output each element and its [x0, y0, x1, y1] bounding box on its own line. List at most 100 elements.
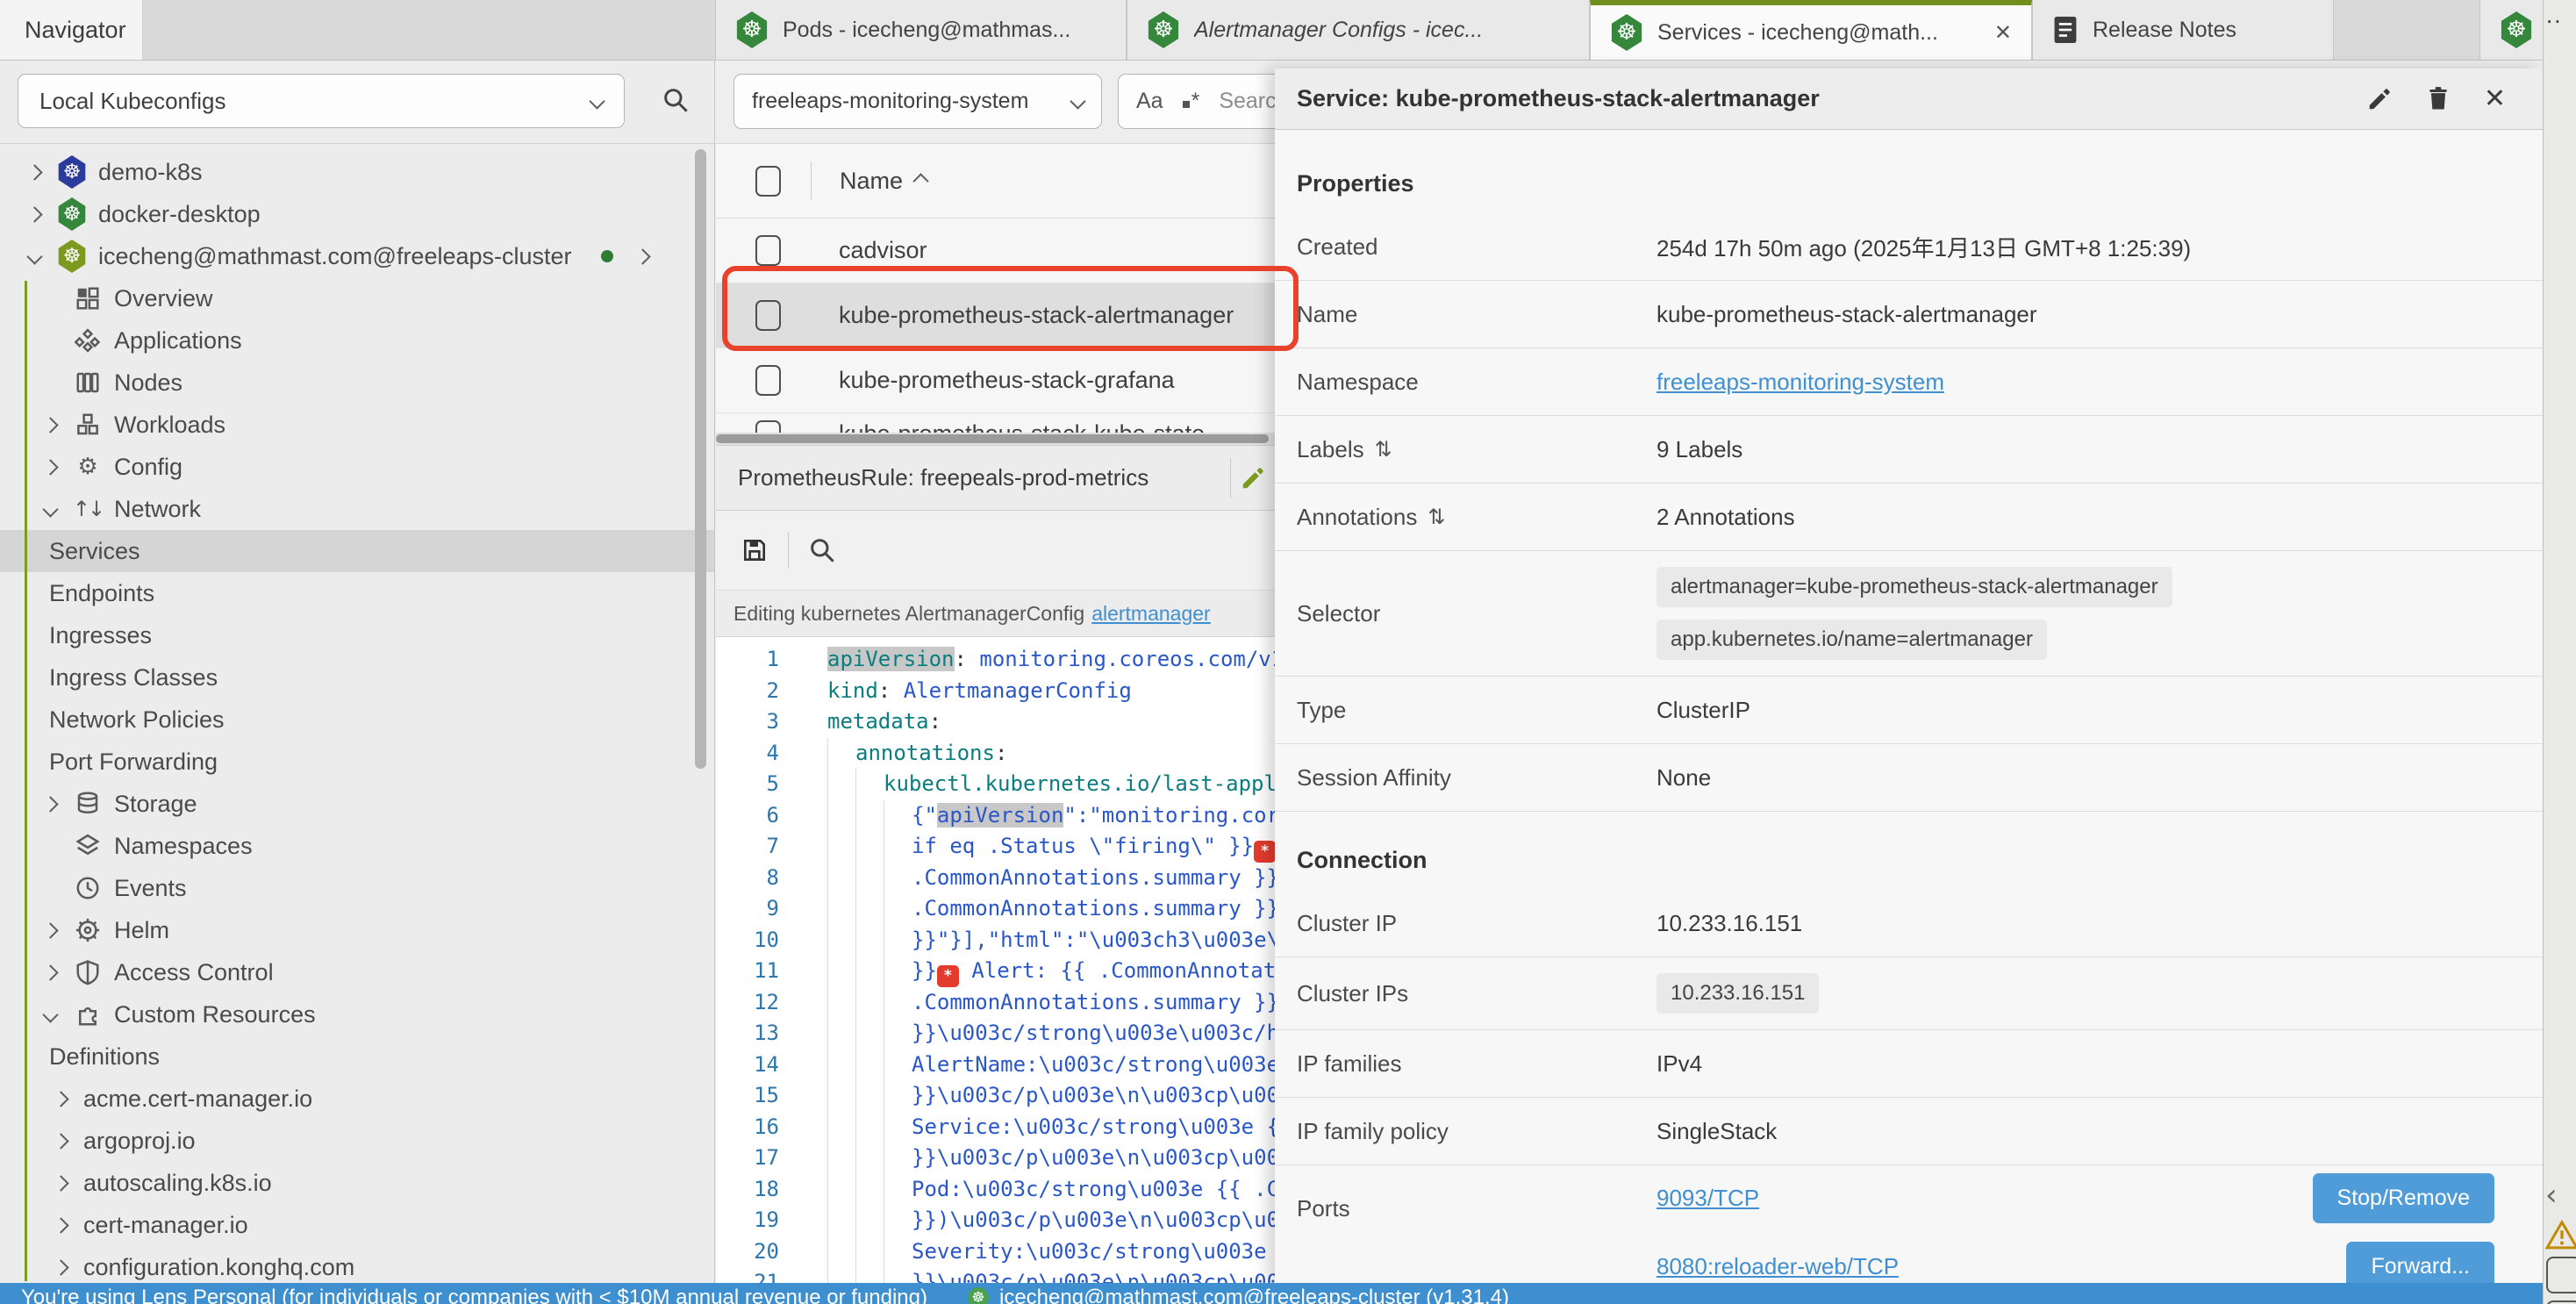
dock-tab-title[interactable]: PrometheusRule: freepeals-prod-metrics	[716, 464, 1230, 491]
service-name-cell: cadvisor	[839, 237, 927, 264]
sidebar-item-docker-desktop[interactable]: ☸docker-desktop	[0, 193, 715, 235]
row-checkbox[interactable]	[755, 235, 781, 266]
sidebar-item-config[interactable]: ⚙Config	[0, 446, 715, 488]
tab-label: Pods - icecheng@mathmas...	[783, 18, 1070, 43]
tab-label: Release Notes	[2093, 18, 2236, 43]
sidebar-item-label: Network	[114, 496, 201, 523]
sidebar-item-definitions[interactable]: Definitions	[0, 1035, 715, 1078]
forward-button[interactable]: Forward...	[2346, 1242, 2494, 1284]
row-checkbox[interactable]	[755, 420, 781, 433]
sidebar-item-namespaces[interactable]: Namespaces	[0, 825, 715, 867]
sidebar-item-ingresses[interactable]: Ingresses	[0, 614, 715, 656]
edit-icon[interactable]	[2366, 86, 2393, 112]
row-checkbox[interactable]	[755, 300, 781, 331]
indent-guide	[884, 831, 912, 863]
sidebar-item-applications[interactable]: Applications	[0, 319, 715, 362]
port-link[interactable]: 9093/TCP	[1657, 1185, 1759, 1212]
sidebar-item-argoproj-io[interactable]: argoproj.io	[0, 1120, 715, 1162]
sidebar-item-acme-cert-manager-io[interactable]: acme.cert-manager.io	[0, 1078, 715, 1120]
sidebar-item-nodes[interactable]: Nodes	[0, 362, 715, 404]
row-checkbox[interactable]	[755, 365, 781, 396]
property-value: 10.233.16.151	[1657, 957, 1819, 1029]
line-number: 6	[716, 800, 779, 832]
property-row-namespace: Namespacefreeleaps-monitoring-system	[1275, 348, 2543, 416]
sidebar-item-ingress-classes[interactable]: Ingress Classes	[0, 656, 715, 699]
sidebar-item-endpoints[interactable]: Endpoints	[0, 572, 715, 614]
sidebar-item-events[interactable]: Events	[0, 867, 715, 909]
delete-icon[interactable]	[2426, 86, 2451, 112]
indent-guide	[827, 1112, 855, 1143]
navigator-tab[interactable]: Navigator	[0, 0, 143, 60]
sidebar-item-demo-k8s[interactable]: ☸demo-k8s	[0, 151, 715, 193]
sidebar-item-services[interactable]: Services	[0, 530, 715, 572]
property-row-ip-family-policy: IP family policySingleStack	[1275, 1098, 2543, 1165]
editing-label: Editing kubernetes AlertmanagerConfig	[733, 602, 1084, 626]
search-input[interactable]: Aa * Search	[1118, 74, 1275, 129]
namespace-select[interactable]: freeleaps-monitoring-system	[733, 74, 1102, 129]
editor-search-icon[interactable]	[808, 536, 836, 564]
sidebar-item-port-forwarding[interactable]: Port Forwarding	[0, 741, 715, 783]
editing-resource-link[interactable]: alertmanager	[1091, 602, 1211, 626]
kubernetes-icon: ☸	[1147, 11, 1180, 48]
table-row[interactable]: cadvisor	[716, 219, 1275, 283]
service-name-cell: kube-prometheus-stack-kube-state-metrics	[839, 420, 1275, 433]
search-icon[interactable]	[662, 86, 690, 114]
yaml-editor[interactable]: 1apiVersion: monitoring.coreos.com/v12ki…	[716, 637, 1275, 1283]
port-row: 8080:reloader-web/TCP Forward...	[1657, 1237, 2494, 1283]
indent-guide	[855, 831, 884, 863]
indent-guide	[884, 1205, 912, 1236]
sidebar-item-icecheng-mathmast-com-freeleap[interactable]: ☸icecheng@mathmast.com@freeleaps-cluster	[0, 235, 715, 277]
sidebar-item-helm[interactable]: Helm	[0, 909, 715, 951]
sidebar-item-overview[interactable]: Overview	[0, 277, 715, 319]
status-cluster-button[interactable]: ☸ icecheng@mathmast.com@freeleaps-cluste…	[968, 1286, 1509, 1304]
sidebar-scrollbar[interactable]	[695, 149, 706, 769]
sidebar-item-label: Workloads	[114, 412, 225, 439]
code-line: 21}}\u003c/p\u003e\n\u003cp\u003	[716, 1267, 1275, 1283]
service-detail-panel: Service: kube-prometheus-stack-alertmana…	[1275, 68, 2543, 1283]
close-icon[interactable]: ✕	[1994, 20, 2012, 45]
match-case-toggle[interactable]: Aa	[1136, 89, 1163, 114]
sort-toggle-icon[interactable]: ⇅	[1375, 437, 1392, 462]
tab-release-notes[interactable]: Release Notes	[2032, 0, 2334, 60]
sidebar-item-custom-resources[interactable]: Custom Resources	[0, 993, 715, 1035]
table-row[interactable]: kube-prometheus-stack-grafana	[716, 348, 1275, 413]
name-column-header[interactable]: Name	[811, 161, 927, 200]
chevron-right-icon[interactable]	[634, 248, 650, 264]
sidebar-item-label: Port Forwarding	[49, 749, 218, 776]
sidebar-item-workloads[interactable]: Workloads	[0, 404, 715, 446]
sidebar-item-cert-manager-io[interactable]: cert-manager.io	[0, 1204, 715, 1246]
table-row[interactable]: kube-prometheus-stack-alertmanager	[716, 283, 1275, 348]
kubeconfig-select[interactable]: Local Kubeconfigs	[18, 74, 625, 128]
stop-remove-button[interactable]: Stop/Remove	[2313, 1173, 2494, 1223]
close-icon[interactable]: ✕	[2484, 83, 2506, 114]
sidebar-item-label: Endpoints	[49, 580, 154, 607]
tab-alertmanager-configs-icec[interactable]: ☸Alertmanager Configs - icec...	[1127, 0, 1590, 60]
sidebar-item-configuration-konghq-com[interactable]: configuration.konghq.com	[0, 1246, 715, 1288]
sidebar-item-network[interactable]: ↑↓Network	[0, 488, 715, 530]
sidebar-item-autoscaling-k8s-io[interactable]: autoscaling.k8s.io	[0, 1162, 715, 1204]
select-all-checkbox[interactable]	[755, 166, 781, 197]
sidebar-item-storage[interactable]: Storage	[0, 783, 715, 825]
sidebar-item-network-policies[interactable]: Network Policies	[0, 699, 715, 741]
line-number: 10	[716, 925, 779, 957]
namespace-link[interactable]: freeleaps-monitoring-system	[1657, 369, 1944, 395]
value-chip: app.kubernetes.io/name=alertmanager	[1657, 620, 2047, 660]
tab-services-icecheng-math[interactable]: ☸Services - icecheng@math...✕	[1590, 0, 2032, 60]
save-icon[interactable]	[741, 536, 769, 564]
code-line: 14AlertName:\u003c/strong\u003e	[716, 1050, 1275, 1081]
code-line: 6{"apiVersion":"monitoring.core	[716, 800, 1275, 832]
line-number: 21	[716, 1267, 779, 1283]
tab-pods-icecheng-mathmas[interactable]: ☸Pods - icecheng@mathmas...	[715, 0, 1127, 60]
horizontal-scrollbar[interactable]	[716, 433, 1275, 445]
sidebar-item-label: Helm	[114, 917, 169, 944]
sidebar-item-access-control[interactable]: Access Control	[0, 951, 715, 993]
sidebar-item-label: Overview	[114, 285, 213, 312]
edit-icon[interactable]	[1240, 465, 1266, 491]
indent-guide	[827, 831, 855, 863]
kubeconfig-select-value: Local Kubeconfigs	[39, 88, 225, 115]
code-line: 12.CommonAnnotations.summary }}	[716, 987, 1275, 1019]
table-row[interactable]: kube-prometheus-stack-kube-state-metrics	[716, 413, 1275, 433]
port-link[interactable]: 8080:reloader-web/TCP	[1657, 1253, 1899, 1280]
regex-toggle[interactable]: *	[1183, 89, 1200, 114]
sort-toggle-icon[interactable]: ⇅	[1428, 505, 1445, 529]
